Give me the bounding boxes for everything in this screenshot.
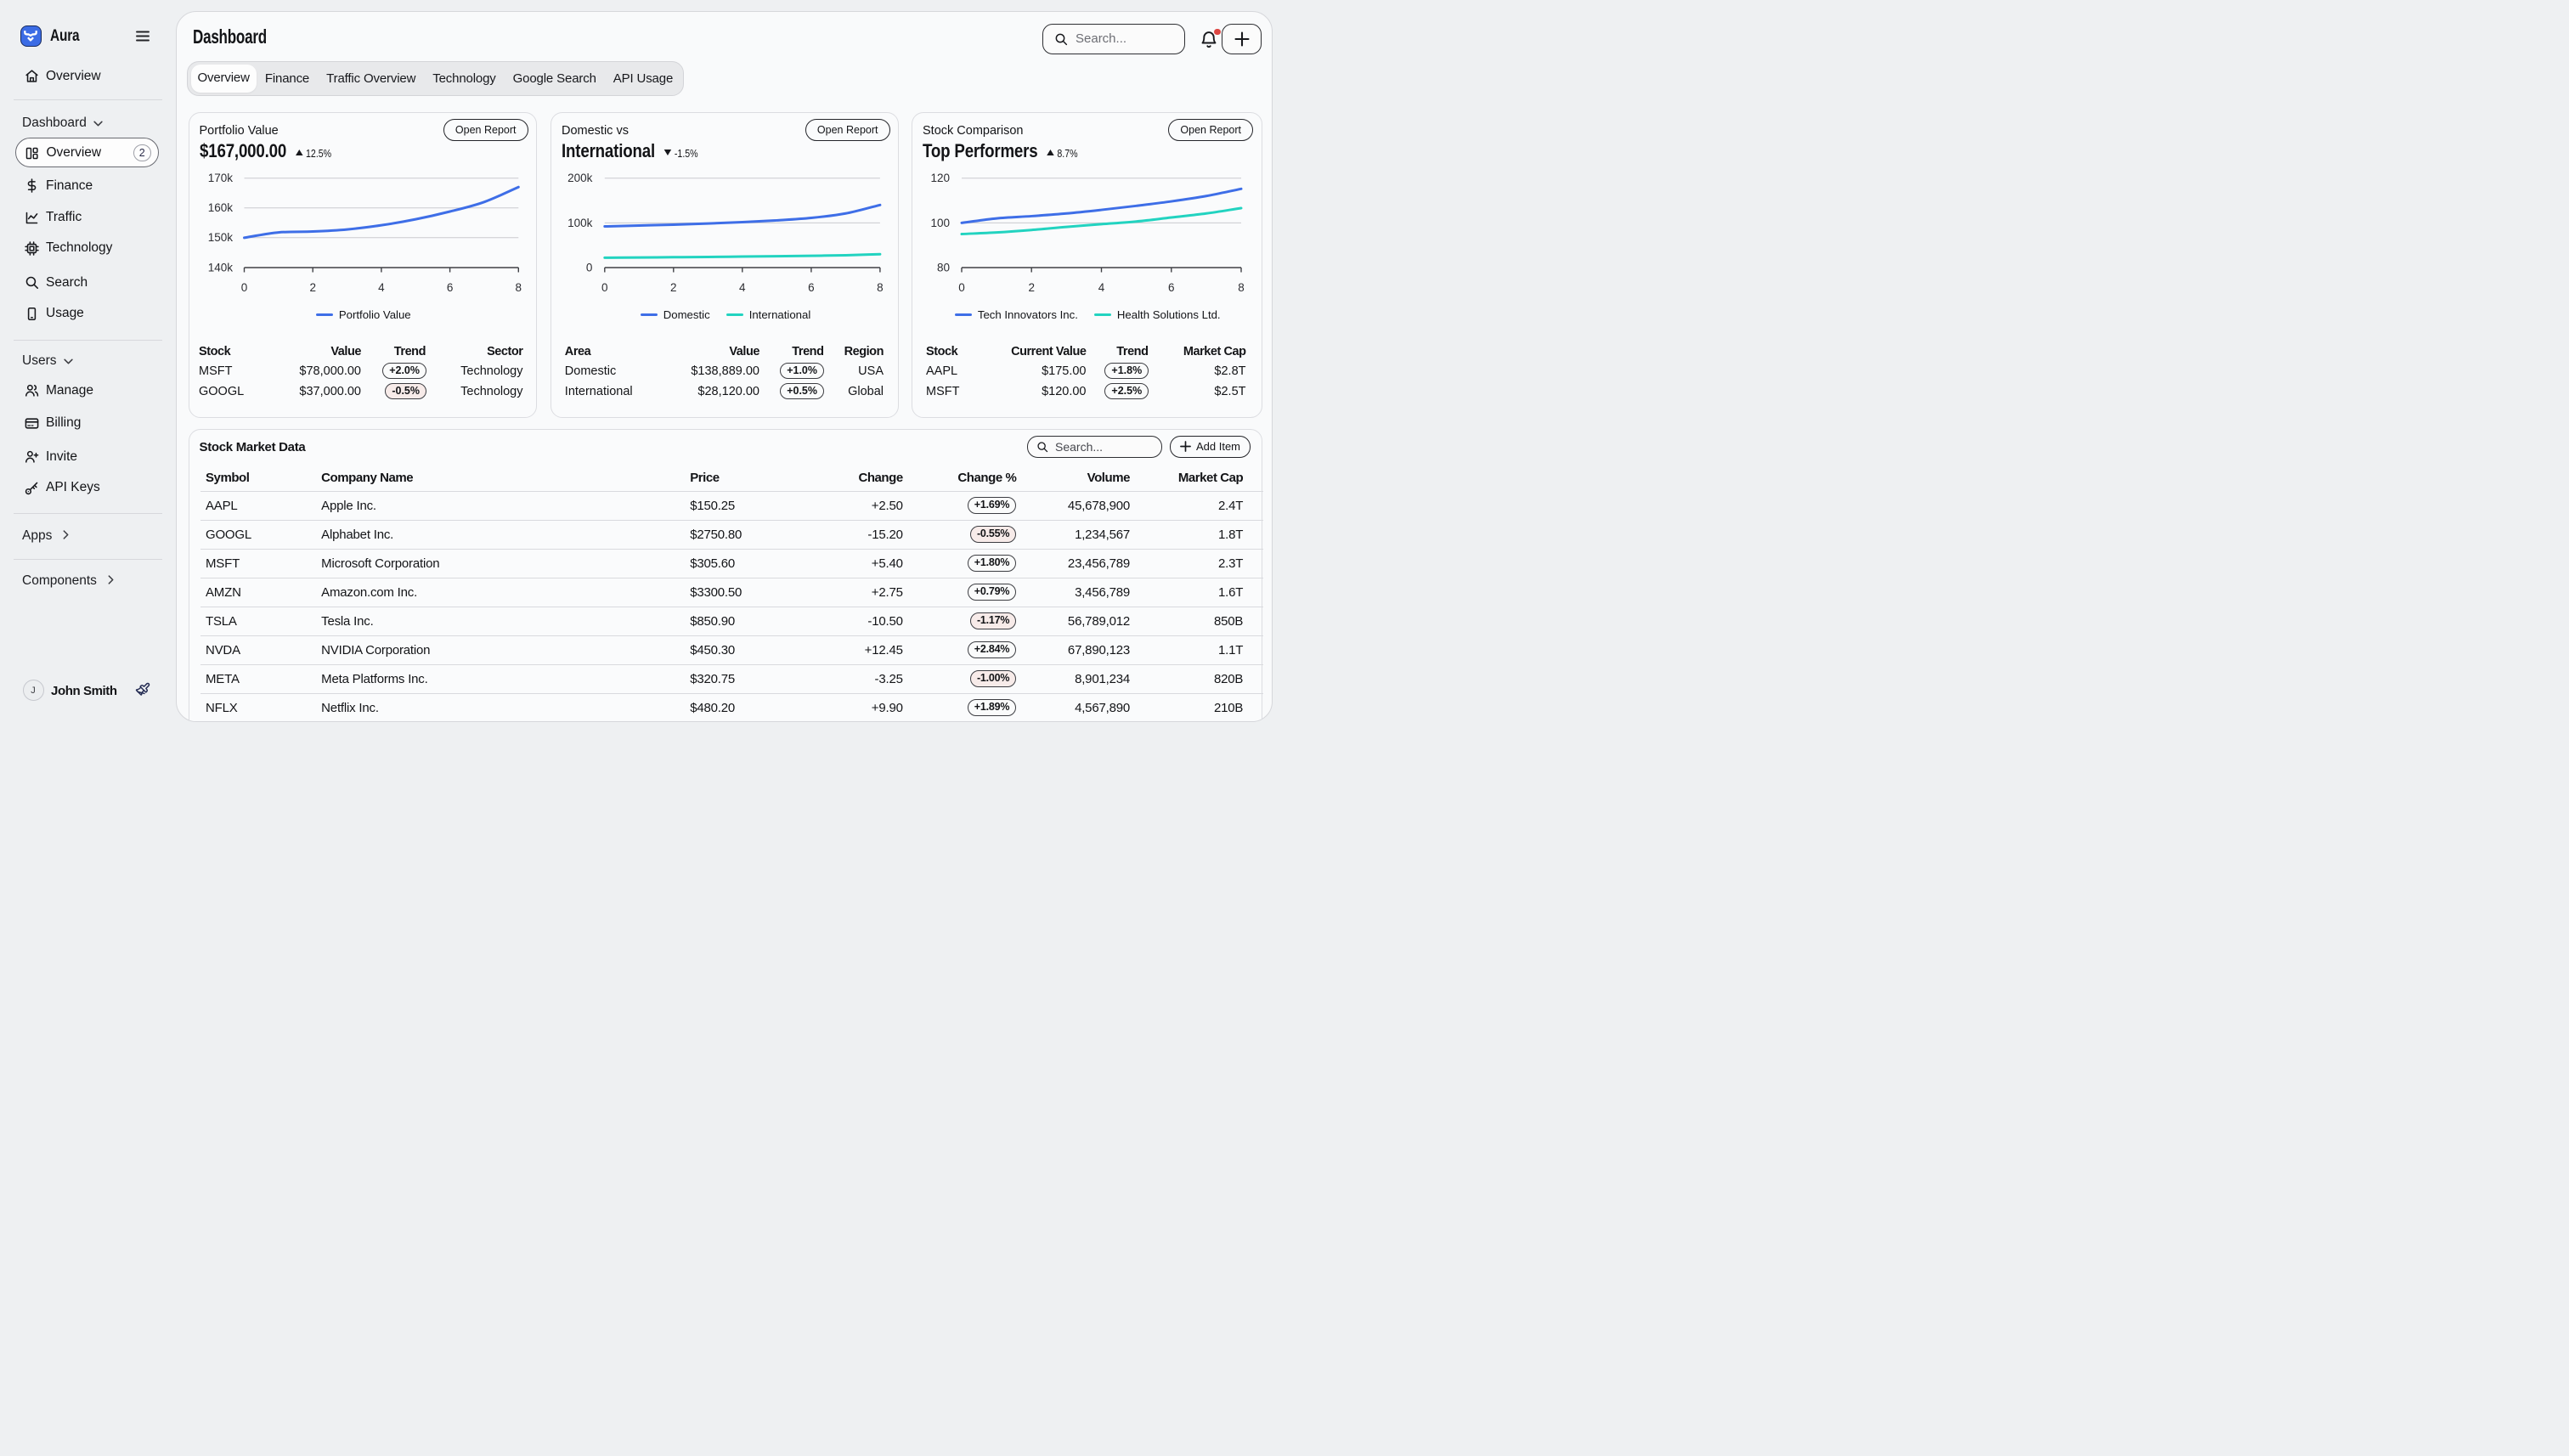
svg-text:100: 100 [930,217,950,229]
svg-text:2: 2 [1028,281,1035,294]
svg-text:160k: 160k [207,201,233,214]
svg-text:0: 0 [586,261,593,274]
svg-text:0: 0 [958,281,965,294]
svg-text:80: 80 [937,261,950,274]
svg-text:0: 0 [240,281,247,294]
svg-text:140k: 140k [207,261,233,274]
svg-text:0: 0 [601,281,608,294]
svg-text:6: 6 [808,281,815,294]
svg-text:4: 4 [378,281,385,294]
svg-text:2: 2 [670,281,677,294]
svg-text:4: 4 [1098,281,1105,294]
svg-text:120: 120 [930,172,950,184]
svg-text:2: 2 [309,281,316,294]
svg-text:8: 8 [515,281,522,294]
svg-text:170k: 170k [207,172,233,184]
svg-text:8: 8 [877,281,884,294]
svg-text:6: 6 [446,281,453,294]
svg-text:4: 4 [739,281,746,294]
svg-text:8: 8 [1238,281,1245,294]
svg-text:150k: 150k [207,231,233,244]
svg-text:200k: 200k [567,172,593,184]
svg-text:100k: 100k [567,217,593,229]
svg-text:6: 6 [1168,281,1175,294]
